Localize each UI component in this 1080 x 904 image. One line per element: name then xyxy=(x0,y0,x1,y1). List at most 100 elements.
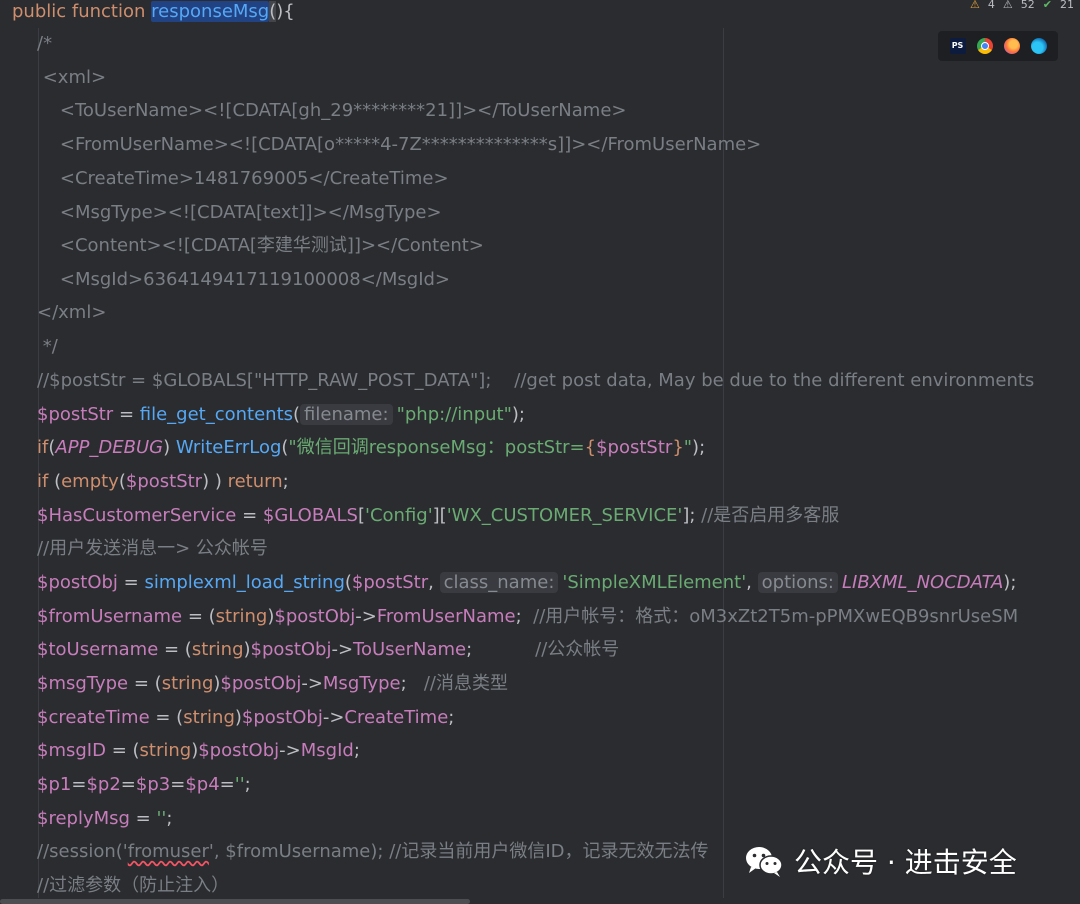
keyword: string xyxy=(183,707,235,728)
operator: = ( xyxy=(158,639,192,660)
variable: $p2 xyxy=(86,774,121,795)
string: "php://input" xyxy=(396,404,512,425)
variable: $createTime xyxy=(37,707,150,728)
code-line[interactable]: $postObj = simplexml_load_string($postSt… xyxy=(37,566,1016,599)
string: "微信回调responseMsg：postStr= xyxy=(288,437,585,458)
property: FromUserName xyxy=(376,606,516,627)
code-line[interactable]: $toUsername = (string)$postObj->ToUserNa… xyxy=(37,633,619,666)
watermark-text: 公众号 · 进击安全 xyxy=(794,846,1017,879)
paren: ); xyxy=(692,437,706,458)
keyword: return xyxy=(227,471,283,492)
warning-count: 4 xyxy=(987,0,995,10)
code-line[interactable]: <ToUserName><![CDATA[gh_29********21]]><… xyxy=(37,94,627,127)
operator: = xyxy=(120,774,136,795)
variable: $postStr xyxy=(125,471,203,492)
paren: ( xyxy=(293,404,301,425)
variable: $replyMsg xyxy=(37,808,130,829)
typo-icon: ✔ xyxy=(1042,0,1052,10)
variable: $postObj xyxy=(37,572,118,593)
watermark: 公众号 · 进击安全 xyxy=(744,838,1017,884)
operator: = ( xyxy=(128,673,162,694)
inspection-widget[interactable]: ⚠ 4 ⚠ 52 ✔ 21 xyxy=(970,0,1074,10)
property: CreateTime xyxy=(344,707,449,728)
comma: , xyxy=(746,572,758,593)
paren: ) xyxy=(163,437,176,458)
chrome-icon[interactable] xyxy=(976,38,993,54)
paren: ( xyxy=(344,572,352,593)
code-line[interactable]: //session('fromuser', $fromUsername); //… xyxy=(37,835,709,868)
code-line[interactable]: //$postStr = $GLOBALS["HTTP_RAW_POST_DAT… xyxy=(37,364,1034,397)
browser-preview-toolbar: PS xyxy=(938,31,1058,61)
firefox-icon[interactable] xyxy=(1003,38,1020,54)
operator: = xyxy=(129,808,157,829)
keyword: string xyxy=(215,606,268,627)
parameter-hint: class_name: xyxy=(439,572,559,593)
code-line[interactable]: <xml> xyxy=(37,61,106,94)
function-call: empty xyxy=(61,471,119,492)
code-line[interactable]: */ xyxy=(37,330,58,363)
wechat-icon xyxy=(744,844,784,878)
keyword: string xyxy=(161,673,214,694)
phpstorm-icon[interactable]: PS xyxy=(949,38,966,54)
operator: = xyxy=(117,572,145,593)
bracket: [ xyxy=(357,505,365,526)
code-line[interactable]: <FromUserName><![CDATA[o*****4-7Z*******… xyxy=(37,128,761,161)
operator: -> xyxy=(279,740,301,761)
code-line[interactable]: public function responseMsg(){ xyxy=(12,0,295,28)
code-line[interactable]: $fromUsername = (string)$postObj->FromUs… xyxy=(37,600,1018,633)
property: MsgId xyxy=(300,740,354,761)
code-line[interactable]: /* xyxy=(37,27,52,60)
weak-warning-count: 52 xyxy=(1020,0,1035,10)
function-call: WriteErrLog xyxy=(175,437,282,458)
variable: $toUsername xyxy=(37,639,159,660)
code-line[interactable]: $msgType = (string)$postObj->MsgType; //… xyxy=(37,667,508,700)
string: 'SimpleXMLElement' xyxy=(562,572,747,593)
code-line[interactable]: $postStr = file_get_contents(filename: "p… xyxy=(37,398,525,431)
operator: -> xyxy=(355,606,377,627)
operator: = xyxy=(170,774,186,795)
code-editor[interactable]: ⚠ 4 ⚠ 52 ✔ 21 PS public function respons… xyxy=(0,0,1080,904)
code-line[interactable]: $HasCustomerService = $GLOBALS['Config']… xyxy=(37,499,839,532)
brace: { xyxy=(584,437,597,458)
variable: $HasCustomerService xyxy=(37,505,237,526)
code-line[interactable]: $msgID = (string)$postObj->MsgId; xyxy=(37,734,360,767)
variable: $p3 xyxy=(135,774,171,795)
paren: ( xyxy=(118,471,126,492)
operator: = ( xyxy=(105,740,140,761)
code-line[interactable]: <CreateTime>1481769005</CreateTime> xyxy=(37,162,449,195)
keyword: if xyxy=(37,437,49,458)
variable: $msgID xyxy=(37,740,106,761)
semicolon: ; xyxy=(448,707,455,728)
operator: -> xyxy=(322,707,345,728)
code-line[interactable]: </xml> xyxy=(37,296,106,329)
code-line[interactable]: $createTime = (string)$postObj->CreateTi… xyxy=(37,701,454,734)
code-line[interactable]: $replyMsg = ''; xyxy=(37,802,172,835)
typo-count: 21 xyxy=(1060,0,1074,10)
edge-icon[interactable] xyxy=(1030,38,1047,54)
scrollbar-thumb[interactable] xyxy=(0,899,470,904)
comment: //session(' xyxy=(37,841,128,862)
bracket: ]; xyxy=(682,505,696,526)
code-line[interactable]: <Content><![CDATA[李建华测试]]></Content> xyxy=(37,229,484,262)
code-line[interactable]: if (empty($postStr) ) return; xyxy=(37,465,289,498)
horizontal-scrollbar[interactable] xyxy=(0,898,1080,904)
code-line[interactable]: <MsgId>6364149417119100008</MsgId> xyxy=(37,263,450,296)
semicolon: ; xyxy=(244,774,251,795)
string: 'WX_CUSTOMER_SERVICE' xyxy=(446,505,683,526)
code-line[interactable]: //用户发送消息一> 公众帐号 xyxy=(37,532,268,565)
variable: $fromUsername xyxy=(37,606,183,627)
string: '' xyxy=(234,774,245,795)
string: " xyxy=(683,437,693,458)
code-line[interactable]: <MsgType><![CDATA[text]]></MsgType> xyxy=(37,196,442,229)
code-line[interactable]: $p1=$p2=$p3=$p4=''; xyxy=(37,768,251,801)
function-name: responseMsg xyxy=(151,1,270,22)
operator: = xyxy=(113,404,140,425)
comment: //用户帐号：格式：oM3xZt2T5m-pPMXwEQB9snrUseSM xyxy=(521,606,1019,627)
operator: = xyxy=(71,774,87,795)
variable: $postObj xyxy=(274,606,356,627)
constant: APP_DEBUG xyxy=(55,437,164,458)
code-line[interactable]: if(APP_DEBUG) WriteErrLog("微信回调responseM… xyxy=(37,431,705,464)
variable: $p1 xyxy=(37,774,72,795)
variable: $postStr xyxy=(37,404,114,425)
string: 'Config' xyxy=(365,505,433,526)
